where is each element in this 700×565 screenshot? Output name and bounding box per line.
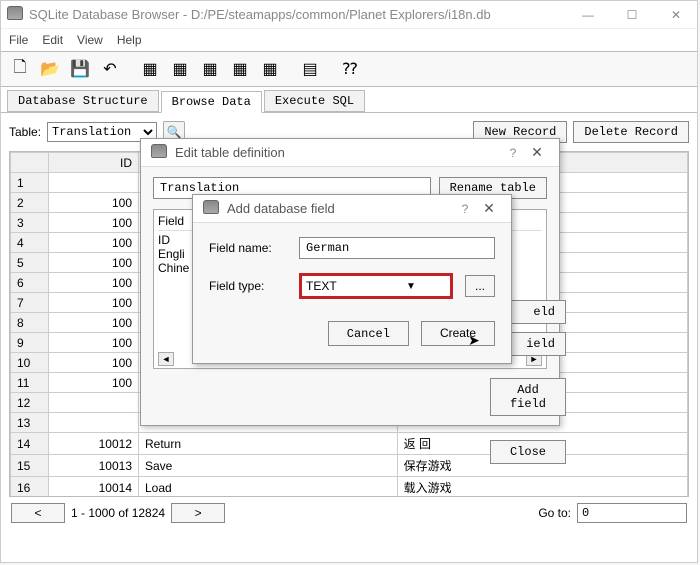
delete-table-icon[interactable]: ▦ xyxy=(167,56,193,82)
field-type-combo[interactable]: TEXT ▼ xyxy=(299,273,453,299)
close-button[interactable]: ✕ xyxy=(661,8,691,22)
field-type-more-button[interactable]: ... xyxy=(465,275,495,297)
toolbar: 🗋 📂 💾 ↶ ▦ ▦ ▦ ▦ ▦ ▤ ⁇ xyxy=(1,51,697,87)
tabbar: Database Structure Browse Data Execute S… xyxy=(1,89,697,113)
close-icon[interactable]: ✕ xyxy=(477,200,501,217)
col-id[interactable]: ID xyxy=(49,153,139,173)
goto-input[interactable] xyxy=(577,503,687,523)
help-icon[interactable]: ? xyxy=(501,146,525,160)
scroll-left-icon[interactable]: ◄ xyxy=(158,352,174,366)
create-index-icon[interactable]: ▦ xyxy=(227,56,253,82)
add-field-dialog: Add database field ? ✕ Field name: Field… xyxy=(192,194,512,364)
page-range: 1 - 1000 of 12824 xyxy=(71,506,165,520)
table-label: Table: xyxy=(9,125,41,139)
next-page-button[interactable]: > xyxy=(171,503,225,523)
menu-file[interactable]: File xyxy=(9,33,28,47)
log-icon[interactable]: ▤ xyxy=(297,56,323,82)
dialog-title: Edit table definition xyxy=(175,145,501,160)
menu-view[interactable]: View xyxy=(77,33,103,47)
close-dialog1-button[interactable]: Close xyxy=(490,440,566,464)
whatsthis-icon[interactable]: ⁇ xyxy=(337,56,363,82)
prev-page-button[interactable]: < xyxy=(11,503,65,523)
menubar: File Edit View Help xyxy=(1,29,697,51)
goto-label: Go to: xyxy=(538,506,571,520)
database-icon xyxy=(203,200,219,217)
menu-help[interactable]: Help xyxy=(117,33,142,47)
cancel-button[interactable]: Cancel xyxy=(328,321,409,346)
field-name-label: Field name: xyxy=(209,241,291,255)
titlebar: SQLite Database Browser - D:/PE/steamapp… xyxy=(1,1,697,29)
tab-sql[interactable]: Execute SQL xyxy=(264,90,365,112)
table-row[interactable]: 1510013Save保存游戏 xyxy=(11,455,688,477)
window-title: SQLite Database Browser - D:/PE/steamapp… xyxy=(29,7,573,22)
undo-icon[interactable]: ↶ xyxy=(97,56,123,82)
field-type-label: Field type: xyxy=(209,279,291,293)
new-file-icon[interactable]: 🗋 xyxy=(7,56,33,82)
database-icon xyxy=(7,6,23,23)
dialog2-title: Add database field xyxy=(227,201,453,216)
footer: < 1 - 1000 of 12824 > Go to: xyxy=(1,497,697,529)
tab-browse[interactable]: Browse Data xyxy=(161,91,262,113)
modify-table-icon[interactable]: ▦ xyxy=(197,56,223,82)
chevron-down-icon[interactable]: ▼ xyxy=(376,281,446,292)
field-type-value: TEXT xyxy=(306,279,376,293)
database-icon xyxy=(151,144,167,161)
menu-edit[interactable]: Edit xyxy=(42,33,63,47)
save-icon[interactable]: 💾 xyxy=(67,56,93,82)
table-row[interactable]: 1610014Load载入游戏 xyxy=(11,477,688,498)
minimize-button[interactable]: — xyxy=(573,8,603,22)
delete-index-icon[interactable]: ▦ xyxy=(257,56,283,82)
open-file-icon[interactable]: 📂 xyxy=(37,56,63,82)
maximize-button[interactable]: ☐ xyxy=(617,8,647,22)
create-button[interactable]: Create ➤ xyxy=(421,321,495,346)
field-name-input[interactable] xyxy=(299,237,495,259)
delete-record-button[interactable]: Delete Record xyxy=(573,121,689,143)
add-field-button[interactable]: Add field xyxy=(490,378,566,416)
create-table-icon[interactable]: ▦ xyxy=(137,56,163,82)
close-icon[interactable]: ✕ xyxy=(525,144,549,161)
help-icon[interactable]: ? xyxy=(453,202,477,216)
table-row[interactable]: 1410012Return返 回 xyxy=(11,433,688,455)
cursor-icon: ➤ xyxy=(468,332,480,349)
tab-structure[interactable]: Database Structure xyxy=(7,90,159,112)
